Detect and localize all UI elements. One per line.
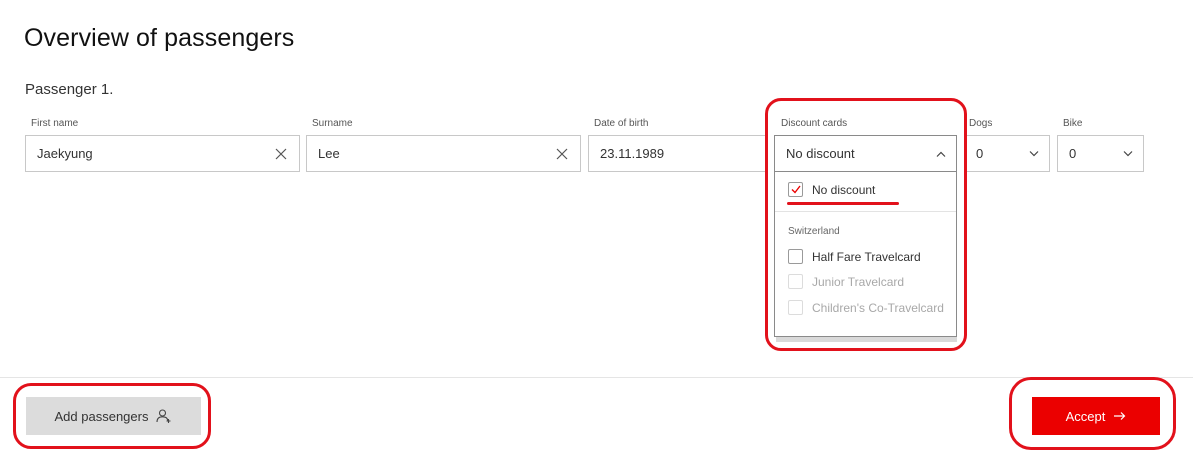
add-person-icon — [156, 409, 171, 423]
option-half-fare-travelcard[interactable]: Half Fare Travelcard — [788, 249, 921, 264]
group-label: Switzerland — [788, 226, 840, 237]
dogs-select[interactable]: 0 — [964, 135, 1050, 172]
first-name-field[interactable]: Jaekyung — [25, 135, 300, 172]
surname-field[interactable]: Lee — [306, 135, 581, 172]
checkbox — [788, 300, 803, 315]
dob-value: 23.11.1989 — [600, 146, 665, 161]
accept-button[interactable]: Accept — [1032, 397, 1160, 435]
discount-cards-label: Discount cards — [781, 118, 848, 129]
dogs-label: Dogs — [969, 118, 993, 129]
checkmark-icon — [791, 185, 801, 194]
footer-divider — [0, 377, 1193, 378]
page-title: Overview of passengers — [24, 24, 295, 52]
annotation-underline — [787, 202, 899, 205]
first-name-value: Jaekyung — [37, 146, 93, 161]
divider — [775, 211, 956, 212]
bike-label: Bike — [1063, 118, 1083, 129]
first-name-label: First name — [31, 118, 79, 129]
surname-value: Lee — [318, 146, 340, 161]
discount-dropdown-panel: No discount Switzerland Half Fare Travel… — [774, 172, 957, 337]
checkbox — [788, 274, 803, 289]
option-label: Children's Co-Travelcard — [812, 300, 944, 315]
add-passengers-button[interactable]: Add passengers — [26, 397, 201, 435]
clear-icon[interactable] — [544, 136, 580, 171]
option-label: Half Fare Travelcard — [812, 249, 921, 264]
arrow-right-icon — [1114, 412, 1126, 420]
option-junior-travelcard: Junior Travelcard — [788, 274, 904, 289]
chevron-down-icon — [1113, 136, 1143, 171]
bike-value: 0 — [1069, 146, 1077, 161]
option-childrens-co-travelcard: Children's Co-Travelcard — [788, 300, 944, 315]
accept-label: Accept — [1065, 408, 1106, 424]
surname-label: Surname — [312, 118, 353, 129]
discount-cards-select[interactable]: No discount — [774, 135, 957, 172]
dob-field[interactable]: 23.11.1989 — [588, 135, 768, 172]
checkbox[interactable] — [788, 182, 803, 197]
option-no-discount[interactable]: No discount — [788, 182, 875, 197]
chevron-down-icon — [1019, 136, 1049, 171]
bike-select[interactable]: 0 — [1057, 135, 1144, 172]
checkbox[interactable] — [788, 249, 803, 264]
chevron-up-icon — [926, 136, 956, 171]
clear-icon[interactable] — [263, 136, 299, 171]
dob-label: Date of birth — [594, 118, 649, 129]
option-label: No discount — [812, 182, 876, 197]
add-passengers-label: Add passengers — [54, 408, 149, 424]
dropdown-shadow — [776, 337, 957, 342]
passenger-heading: Passenger 1. — [25, 81, 114, 98]
discount-cards-value: No discount — [786, 146, 855, 161]
dogs-value: 0 — [976, 146, 984, 161]
option-label: Junior Travelcard — [812, 274, 905, 289]
